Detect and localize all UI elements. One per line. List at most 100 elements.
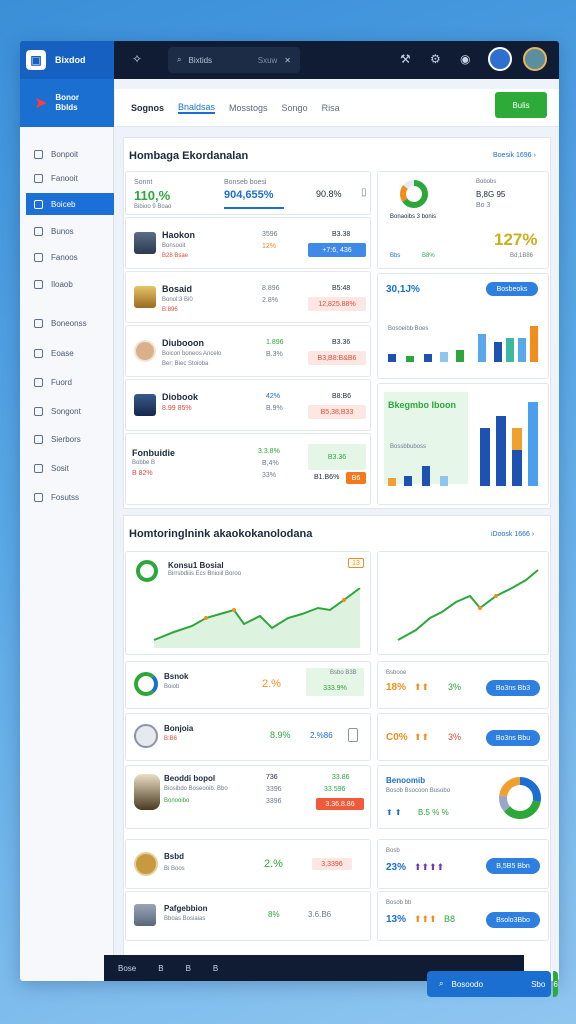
list-item[interactable]: Fonbuidie Bobbe B B 82% 3.3.8% B,4% 33% …	[125, 433, 371, 505]
chart-tag[interactable]: 13	[348, 558, 364, 568]
status-ring-icon	[136, 560, 158, 582]
item-name: Bosaid	[162, 284, 193, 294]
item-sub2: B28 Bsae	[162, 253, 189, 259]
data-point	[204, 616, 208, 620]
primary-button[interactable]: Bulis	[495, 92, 547, 118]
item-tag: 3.36.8.86	[316, 798, 364, 810]
list-item[interactable]: Haokon Bonsooit B28 Bsae 3596 12% B3.38 …	[125, 217, 371, 269]
bottom-item[interactable]: B	[213, 964, 218, 973]
search-input[interactable]: ⌕ Bixtids Sxuw ✕	[168, 47, 300, 73]
help-icon	[34, 463, 43, 473]
brand-name: Bixdod	[55, 55, 86, 65]
avatar[interactable]	[523, 47, 547, 71]
metric-card: Bsbooe 18% ⬆⬆ 3% Bo3ns Bb3	[377, 661, 549, 709]
metric-button[interactable]: B,5B5 Bbn	[486, 858, 540, 874]
home-icon	[34, 149, 43, 159]
item-thumbnail	[134, 904, 156, 926]
tab-4[interactable]: Risa	[322, 103, 340, 113]
item-thumbnail	[134, 232, 156, 254]
section1-link[interactable]: Boesik 1696 ›	[493, 152, 536, 159]
top-bar: ▣ Bixdod ✧ ⌕ Bixtids Sxuw ✕ ⚒ ⚙ ◉	[20, 41, 559, 79]
box-icon	[34, 377, 43, 387]
sidebar-item-0[interactable]: Bonpoit	[26, 143, 114, 165]
metric-value: 23%	[386, 862, 407, 873]
sidebar-item-label: Fanoos	[51, 252, 78, 262]
bar	[440, 476, 448, 486]
expand-icon[interactable]: ▯	[361, 187, 367, 198]
float-action[interactable]: 6	[553, 971, 558, 997]
metric-head: Bsbooe	[386, 670, 407, 676]
item-sub2: Bonooibo	[164, 798, 190, 804]
item-sub: Bobbe B	[132, 460, 156, 466]
metric-card: C0% ⬆⬆ 3% Bo3ns Bbu	[377, 713, 549, 761]
item-tag: 12,825.88%	[308, 297, 366, 311]
wrench-icon[interactable]: ⚒	[400, 52, 411, 66]
list-item[interactable]: Bsnok Boiob 2.% 333.9% Bsbo B3B	[125, 661, 371, 709]
tab-1[interactable]: Bnaldsas	[178, 102, 216, 114]
sidebar-item-3[interactable]: Bunos	[26, 220, 114, 242]
sidebar-item-label: Boiceb	[51, 199, 76, 209]
sidebar-item-11[interactable]: Sosit	[26, 457, 114, 479]
item-value: B5:48	[332, 285, 351, 292]
list-item[interactable]: Diobook 8.99 85% 42% B.9% B8:B6 B5,38,B3…	[125, 379, 371, 431]
float-label: Bosoodo	[451, 979, 484, 989]
item-value: B.3%	[266, 351, 283, 358]
metric-card: Bosob bb 13% ⬆⬆⬆ B8 Bsolo3Bbo	[377, 891, 549, 941]
list-item[interactable]: Bonjoia B:B6 8.9% 2.%86	[125, 713, 371, 761]
item-avatar	[134, 774, 160, 810]
sidebar-item-8[interactable]: Fuord	[26, 371, 114, 393]
sidebar-item-7[interactable]: Eoase	[26, 342, 114, 364]
section2-link[interactable]: iDoosk 1666 ›	[491, 531, 534, 538]
list-item[interactable]: Bosaid Bonol:3 Bi0 B:896 8.896 2.8% B5:4…	[125, 271, 371, 323]
bar-button[interactable]: Bosbeoks	[486, 282, 538, 296]
metric-button[interactable]: Bsolo3Bbo	[486, 912, 540, 928]
bar	[528, 402, 538, 486]
sidebar-item-label: Bunos	[51, 226, 74, 236]
donut-card: Bonaoibs 3 bonis Bobobs B,8G 95 Bo 3 127…	[377, 171, 549, 269]
notification-icon[interactable]: ◉	[460, 52, 470, 66]
sidebar-item-1[interactable]: Fanooit	[26, 167, 114, 189]
bar	[406, 356, 414, 362]
item-tag: +7:6, 436	[308, 243, 366, 257]
bottom-item[interactable]: B	[158, 964, 163, 973]
close-icon[interactable]: ✕	[284, 56, 291, 65]
metric-value: 3%	[448, 732, 462, 742]
toggle-icon[interactable]	[348, 728, 358, 742]
section2-title: Homtoringlnink akaokokanolodana	[129, 528, 313, 540]
metric-button[interactable]: Bo3ns Bb3	[486, 680, 540, 696]
stacked-chart-card: Bkegmbo Iboon Bossbbuboss	[377, 383, 549, 505]
sparkle-icon[interactable]: ✧	[132, 52, 142, 66]
bar	[424, 354, 432, 362]
list-item[interactable]: Diubooon Boicon boneos Ancelo Ber: Biec …	[125, 325, 371, 377]
bottom-item[interactable]: B	[186, 964, 191, 973]
item-value: 42%	[266, 393, 281, 400]
item-value: 2.%86	[310, 731, 333, 740]
list-item[interactable]: Pafgebbion Bboas Bosiaias 8% 3.6.B6	[125, 891, 371, 941]
bar	[494, 342, 502, 362]
sidebar-item-5[interactable]: Iloaob	[26, 273, 114, 295]
sidebar-item-9[interactable]: Songont	[26, 400, 114, 422]
sidebar-item-4[interactable]: Fanoos	[26, 246, 114, 268]
settings-icon[interactable]: ⚙	[430, 52, 441, 66]
metric-value: 18%	[386, 682, 407, 693]
item-name: Diobook	[162, 392, 198, 402]
item-value: 3.3.8%	[258, 448, 280, 455]
sidebar-item-10[interactable]: Sierbors	[26, 428, 114, 450]
search-icon: ⌕	[177, 55, 182, 64]
sidebar-item-6[interactable]: Boneonss	[26, 312, 114, 334]
tab-2[interactable]: Mosstogs	[229, 103, 268, 113]
bottom-item[interactable]: Bose	[118, 964, 136, 973]
data-point	[342, 598, 346, 602]
sidebar-brand-line2: Bblds	[55, 103, 78, 112]
tab-3[interactable]: Songo	[282, 103, 308, 113]
avatar-secondary[interactable]	[488, 47, 512, 71]
list-item[interactable]: Beoddi bopol Biosibdo Boseooib. Bbo Bono…	[125, 765, 371, 829]
tab-0[interactable]: Sognos	[131, 103, 164, 113]
brand[interactable]: ▣ Bixdod	[20, 41, 114, 79]
item-name: Fonbuidie	[132, 448, 175, 458]
metric-button[interactable]: Bo3ns Bbu	[486, 730, 540, 746]
floating-search-button[interactable]: ⌕ Bosoodo Sbo 6	[427, 971, 558, 997]
sidebar-item-2[interactable]: Boiceb	[26, 193, 114, 215]
list-item[interactable]: Bsbd Bi Boos 2.% 3,3396	[125, 839, 371, 889]
sidebar-item-12[interactable]: Fosutss	[26, 486, 114, 508]
